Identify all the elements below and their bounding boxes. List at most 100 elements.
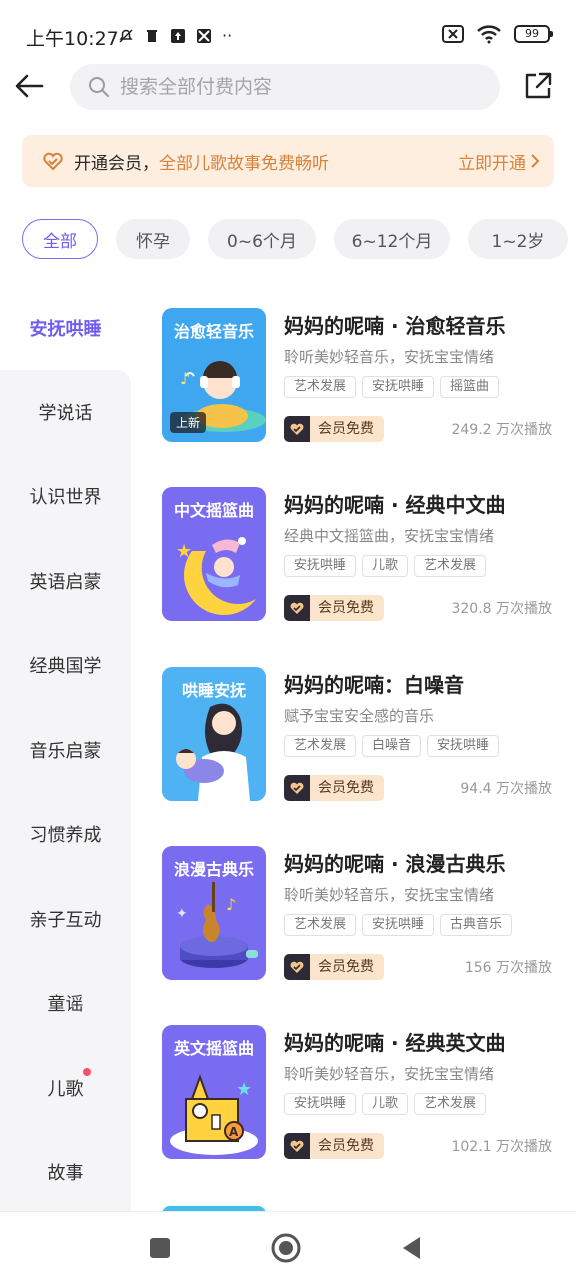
album-description: 赋予宝宝安全感的音乐 [284, 707, 435, 725]
album-tags: 艺术发展 安抚哄睡 摇篮曲 [284, 376, 500, 398]
age-filter-chip[interactable]: 0~6个月 [208, 219, 316, 259]
status-notification-icons: ·· [118, 26, 232, 45]
sidebar-item[interactable]: 英语启蒙 [0, 539, 131, 623]
tag: 艺术发展 [284, 914, 357, 936]
vip-free-label: 会员免费 [310, 595, 384, 621]
upload-icon [171, 28, 185, 43]
sidebar-item[interactable]: 亲子互动 [0, 877, 131, 961]
status-bar: 上午10:27 ·· 99 [0, 0, 576, 64]
tag: 安抚哄睡 [362, 914, 435, 936]
vip-free-badge: 会员免费 [284, 1133, 384, 1159]
play-count: 94.4 万次播放 [460, 781, 552, 797]
tag: 古典音乐 [440, 914, 513, 936]
album-title: 妈妈的呢喃 · 经典英文曲 [284, 1031, 506, 1055]
clock-tower-illustration: A ★ [170, 1074, 258, 1155]
album-item[interactable]: 英文摇篮曲 A ★ 妈妈的呢喃 · 经典英文曲 聆听美妙轻音乐，安抚宝宝情绪 安… [160, 1023, 560, 1163]
new-dot-indicator [83, 1068, 91, 1076]
album-title: 妈妈的呢喃 · 浪漫古典乐 [284, 852, 506, 876]
open-vip-label: 立即开通 [458, 153, 526, 174]
search-bar[interactable] [70, 64, 500, 110]
album-item[interactable]: 哄睡安抚 妈妈的呢喃：白噪音 赋予宝宝安全感的音乐 艺术发展 白噪音 安抚哄睡 … [160, 665, 560, 805]
album-cover: 中文摇篮曲 ★ [162, 487, 266, 621]
tag: 安抚哄睡 [427, 735, 500, 757]
vip-heart-icon [284, 416, 310, 442]
search-icon [89, 77, 109, 97]
svg-text:✦: ✦ [176, 906, 188, 922]
age-filter-bar: 全部 怀孕 0~6个月 6~12个月 1~2岁 [22, 219, 576, 261]
svg-text:♪: ♪ [180, 369, 190, 388]
sidebar-item[interactable]: 童谣 [0, 961, 131, 1045]
sidebar-item[interactable]: 经典国学 [0, 623, 131, 707]
home-icon[interactable] [270, 1232, 302, 1264]
album-cover: 英文摇篮曲 A ★ [162, 1025, 266, 1159]
vip-promo-banner[interactable]: 开通会员， 全部儿歌故事免费畅听 立即开通 [22, 135, 554, 187]
tag: 儿歌 [362, 1093, 409, 1115]
share-icon[interactable] [522, 70, 554, 102]
vip-heart-icon [284, 775, 310, 801]
tag: 安抚哄睡 [362, 376, 435, 398]
age-filter-chip[interactable]: 1~2岁 [468, 219, 568, 259]
album-tags: 安抚哄睡 儿歌 艺术发展 [284, 1093, 487, 1115]
sidebar-item[interactable]: 认识世界 [0, 454, 131, 538]
search-input[interactable] [120, 76, 480, 98]
recent-apps-icon[interactable] [146, 1234, 174, 1262]
sidebar-item-selected[interactable]: 安抚哄睡 [0, 286, 131, 370]
system-nav-bar [0, 1211, 576, 1280]
play-count: 320.8 万次播放 [451, 601, 552, 617]
vip-free-badge: 会员免费 [284, 775, 384, 801]
svg-text:★: ★ [176, 541, 192, 562]
vip-banner-text: 开通会员， [74, 153, 159, 174]
sidebar-item[interactable]: 学说话 [0, 370, 131, 454]
back-nav-icon[interactable] [398, 1234, 426, 1262]
album-cover: 哄睡安抚 [162, 667, 266, 801]
tag: 安抚哄睡 [284, 555, 357, 577]
age-filter-chip[interactable]: 怀孕 [116, 219, 190, 259]
vip-heart-icon [284, 954, 310, 980]
vip-free-badge: 会员免费 [284, 595, 384, 621]
album-cover: 浪漫古典乐 ✦ ♪ [162, 846, 266, 980]
vip-free-label: 会员免费 [310, 416, 384, 442]
play-count: 102.1 万次播放 [451, 1139, 552, 1155]
tag: 艺术发展 [414, 1093, 487, 1115]
album-cover: 治愈轻音乐 ♪ 上新 [162, 308, 266, 442]
tag: 摇篮曲 [440, 376, 500, 398]
no-sim-icon [442, 25, 464, 43]
battery-indicator: 99 [514, 25, 553, 43]
album-item[interactable]: 浪漫古典乐 ✦ ♪ 妈妈的呢喃 · 浪漫古典乐 聆听美妙轻音乐，安抚宝宝情绪 艺… [160, 844, 560, 984]
mother-holding-baby-illustration [176, 703, 250, 801]
vip-heart-icon [43, 152, 63, 171]
album-description: 聆听美妙轻音乐，安抚宝宝情绪 [284, 348, 495, 366]
sidebar-item[interactable]: 习惯养成 [0, 792, 131, 876]
open-vip-button[interactable]: 立即开通 [458, 149, 540, 174]
vip-free-label: 会员免费 [310, 954, 384, 980]
play-count: 249.2 万次播放 [451, 422, 552, 438]
album-title: 妈妈的呢喃 · 经典中文曲 [284, 493, 506, 517]
more-notifications-icon: ·· [222, 26, 233, 45]
back-arrow-icon[interactable] [12, 68, 48, 104]
svg-text:★: ★ [236, 1079, 252, 1100]
album-description: 聆听美妙轻音乐，安抚宝宝情绪 [284, 886, 495, 904]
chevron-right-icon [531, 154, 540, 168]
album-tags: 安抚哄睡 儿歌 艺术发展 [284, 555, 487, 577]
svg-text:♪: ♪ [226, 895, 236, 914]
sidebar-item[interactable]: 儿歌 [0, 1046, 131, 1130]
sidebar-item[interactable]: 故事 [0, 1130, 131, 1214]
album-description: 聆听美妙轻音乐，安抚宝宝情绪 [284, 1065, 495, 1083]
violin-music-box-illustration: ✦ ♪ [176, 882, 258, 968]
tag: 白噪音 [362, 735, 422, 757]
vip-free-label: 会员免费 [310, 1133, 384, 1159]
trash-icon [147, 29, 157, 42]
album-item[interactable]: 治愈轻音乐 ♪ 上新 妈妈的呢喃 · 治愈轻音乐 聆听美妙轻音乐，安抚宝宝情绪 … [160, 306, 560, 446]
sidebar-item[interactable]: 音乐启蒙 [0, 708, 131, 792]
age-filter-chip[interactable]: 全部 [22, 219, 98, 259]
tag: 艺术发展 [414, 555, 487, 577]
album-title: 妈妈的呢喃 · 治愈轻音乐 [284, 314, 506, 338]
vip-free-label: 会员免费 [310, 775, 384, 801]
tag: 安抚哄睡 [284, 1093, 357, 1115]
wifi-icon [477, 25, 501, 44]
vip-banner-highlight: 全部儿歌故事免费畅听 [159, 153, 329, 174]
svg-text:A: A [229, 1125, 239, 1139]
album-item[interactable]: 中文摇篮曲 ★ 妈妈的呢喃 · 经典中文曲 经典中文摇篮曲，安抚宝宝情绪 安抚哄… [160, 485, 560, 625]
age-filter-chip[interactable]: 6~12个月 [334, 219, 450, 259]
app-icon [197, 28, 211, 43]
